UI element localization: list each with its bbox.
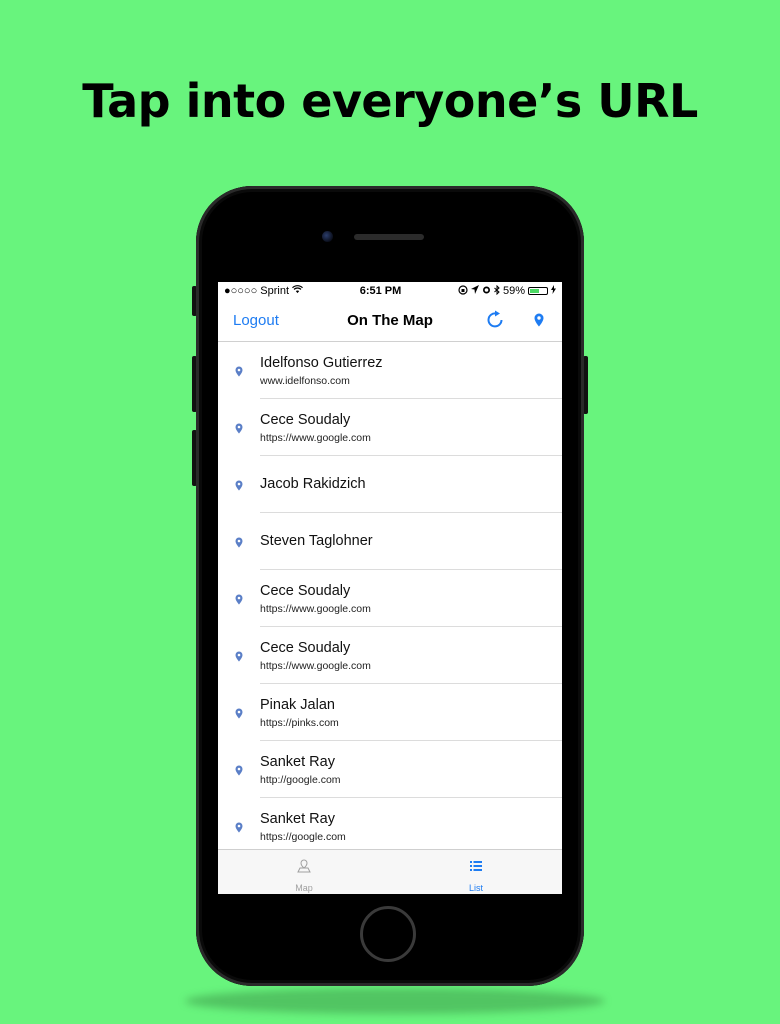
tab-map[interactable]: Map (218, 850, 390, 894)
home-button[interactable] (360, 906, 416, 962)
bluetooth-icon (494, 284, 500, 298)
list-item[interactable]: Cece Soudaly https://www.google.com (218, 627, 562, 684)
tab-list[interactable]: List (390, 850, 562, 894)
charging-icon (551, 285, 556, 297)
front-camera (322, 231, 333, 242)
wifi-icon (292, 285, 303, 297)
status-bar: ●○○○○ Sprint 6:51 PM 59% (218, 282, 562, 300)
status-time: 6:51 PM (359, 285, 402, 297)
tab-map-label: Map (295, 883, 313, 893)
student-name: Cece Soudaly (260, 640, 351, 656)
student-name: Pinak Jalan (260, 697, 335, 713)
pin-icon (235, 706, 243, 719)
student-name: Sanket Ray (260, 754, 335, 770)
pin-icon (235, 535, 243, 548)
pin-icon[interactable] (534, 313, 544, 327)
earpiece-speaker (354, 234, 424, 240)
student-url[interactable]: https://google.com (260, 831, 346, 843)
map-icon (297, 859, 311, 873)
phone-shadow (185, 988, 605, 1014)
refresh-icon[interactable] (486, 310, 506, 330)
app-screen: ●○○○○ Sprint 6:51 PM 59% Logout On The M… (218, 282, 562, 894)
student-name: Cece Soudaly (260, 412, 351, 428)
list-icon (469, 859, 483, 873)
tab-bar: Map List (218, 849, 562, 894)
student-url[interactable]: https://www.google.com (260, 432, 371, 444)
student-name: Cece Soudaly (260, 583, 351, 599)
navigation-bar: Logout On The Map (218, 300, 562, 342)
list-item[interactable]: Cece Soudaly https://www.google.com (218, 570, 562, 627)
list-item[interactable]: Sanket Ray http://google.com (218, 741, 562, 798)
carrier-label: ●○○○○ Sprint (224, 285, 290, 297)
student-name: Idelfonso Gutierrez (260, 355, 383, 371)
pin-icon (235, 478, 243, 491)
student-url[interactable]: https://pinks.com (260, 717, 339, 729)
pin-icon (235, 592, 243, 605)
list-item[interactable]: Cece Soudaly https://www.google.com (218, 399, 562, 456)
location-arrow-icon (470, 285, 479, 297)
list-item[interactable]: Steven Taglohner (218, 513, 562, 570)
student-url[interactable]: https://www.google.com (260, 660, 371, 672)
battery-icon (528, 287, 548, 295)
student-url[interactable]: http://google.com (260, 774, 341, 786)
list-item[interactable]: Pinak Jalan https://pinks.com (218, 684, 562, 741)
student-name: Steven Taglohner (260, 533, 373, 549)
student-name: Sanket Ray (260, 811, 335, 827)
student-url[interactable]: https://www.google.com (260, 603, 371, 615)
phone-frame: ●○○○○ Sprint 6:51 PM 59% Logout On The M… (196, 186, 584, 986)
tab-list-label: List (468, 883, 483, 893)
pin-icon (235, 364, 243, 377)
alarm-icon (482, 285, 491, 297)
pin-icon (235, 421, 243, 434)
logout-button[interactable]: Logout (233, 312, 279, 329)
pin-icon (235, 820, 243, 833)
student-list: Idelfonso Gutierrez www.idelfonso.com Cece… (218, 342, 562, 855)
student-name: Jacob Rakidzich (260, 476, 366, 492)
pin-icon (235, 763, 243, 776)
headline: Tap into everyone’s URL (82, 74, 698, 128)
student-url[interactable]: www.idelfonso.com (260, 375, 350, 387)
list-item[interactable]: Jacob Rakidzich (218, 456, 562, 513)
list-item[interactable]: Idelfonso Gutierrez www.idelfonso.com (218, 342, 562, 399)
list-item[interactable]: Sanket Ray https://google.com (218, 798, 562, 855)
lock-rotation-icon (458, 284, 468, 298)
battery-percent: 59% (502, 285, 525, 297)
pin-icon (235, 649, 243, 662)
